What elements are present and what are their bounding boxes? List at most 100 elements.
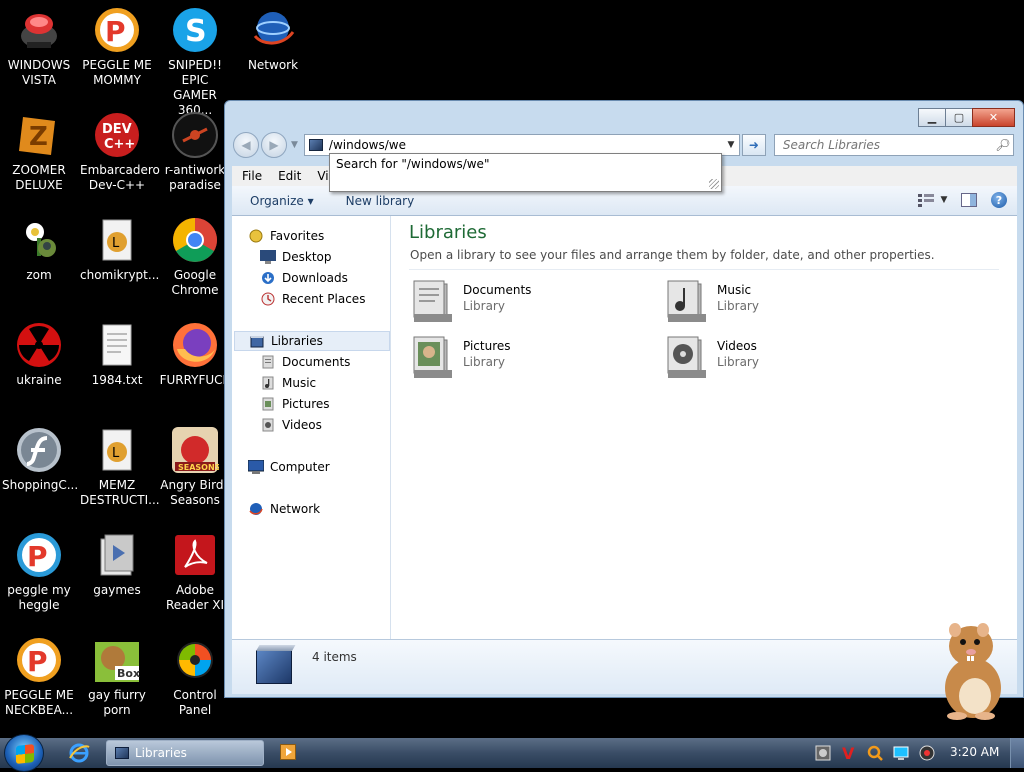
desktop-icon-zoomer-deluxe[interactable]: Z ZOOMER DELUXE: [0, 105, 78, 205]
firefox-icon: [171, 321, 219, 369]
search-icon[interactable]: 🔎︎: [993, 138, 1013, 152]
library-type: Library: [463, 299, 505, 313]
svg-text:S: S: [185, 14, 207, 49]
angry-birds-icon: SEASONS: [171, 426, 221, 474]
desktop-icon-sniped[interactable]: S SNIPED!! EPIC GAMER 360...: [156, 0, 234, 117]
svg-text:L: L: [112, 446, 120, 461]
desktop-icon-ukraine[interactable]: ukraine: [0, 315, 78, 415]
text-file-icon: [93, 321, 141, 369]
antiwork-icon: [171, 111, 219, 159]
videos-icon: [260, 417, 276, 433]
desktop-icon-gaymes[interactable]: gaymes: [78, 525, 156, 625]
desktop-icon-angry-birds[interactable]: SEASONS Angry Birds Seasons: [156, 420, 234, 520]
desktop-icon-1984-txt[interactable]: 1984.txt: [78, 315, 156, 415]
item-count: 4 items: [312, 650, 357, 664]
desktop-icon-gay-fiurry[interactable]: Box gay fiurry porn: [78, 630, 156, 730]
desktop-icon-control-panel[interactable]: Control Panel: [156, 630, 234, 730]
internet-explorer-icon[interactable]: [68, 743, 90, 763]
start-button[interactable]: [4, 734, 44, 772]
menu-edit[interactable]: Edit: [278, 169, 301, 183]
nav-computer[interactable]: Computer: [248, 457, 330, 477]
desktop-icon-label: WINDOWS VISTA: [7, 58, 71, 87]
taskbar-clock[interactable]: 3:20 AM: [950, 745, 999, 759]
desktop-icon-peggle-me-neckbea[interactable]: P PEGGLE ME NECKBEA...: [0, 630, 78, 730]
help-button[interactable]: ?: [989, 191, 1009, 209]
resize-grip-icon[interactable]: [709, 179, 719, 189]
nav-label: Favorites: [270, 229, 325, 243]
back-button[interactable]: ◀: [233, 132, 259, 158]
nav-libraries[interactable]: Libraries: [234, 331, 390, 351]
nav-music[interactable]: Music: [260, 373, 316, 393]
desktop-icon-r-antiwork[interactable]: r-antiwork paradise: [156, 105, 234, 205]
menu-file[interactable]: File: [242, 169, 262, 183]
desktop-icon-embarcadero-devcpp[interactable]: DEV C++ Embarcadero Dev-C++: [78, 105, 160, 205]
suggestion-item[interactable]: Search for "/windows/we": [336, 157, 715, 171]
videos-library-icon: [665, 334, 709, 380]
nav-favorites[interactable]: Favorites: [248, 226, 324, 246]
nav-desktop[interactable]: Desktop: [260, 247, 332, 267]
tray-v-icon[interactable]: V: [840, 744, 858, 763]
tray-record-icon[interactable]: [918, 744, 936, 762]
nav-network[interactable]: Network: [248, 499, 320, 519]
nav-recent-places[interactable]: Recent Places: [260, 289, 365, 309]
desktop-icon: [260, 249, 276, 265]
library-documents[interactable]: Documents Library: [411, 278, 641, 328]
library-name: Documents: [463, 283, 532, 297]
preview-pane-icon[interactable]: [959, 191, 979, 209]
peggle-icon: P: [93, 6, 141, 54]
nav-documents[interactable]: Documents: [260, 352, 350, 372]
navigation-pane: Favorites Desktop Downloads Recent Place…: [232, 216, 391, 639]
search-input[interactable]: [780, 137, 993, 153]
address-dropdown[interactable]: ▼: [723, 140, 739, 150]
desktop-icon-peggle-my-heggle[interactable]: P peggle my heggle: [0, 525, 78, 625]
desktop-icon-label: 1984.txt: [91, 373, 143, 387]
nav-videos[interactable]: Videos: [260, 415, 322, 435]
recent-places-icon: [260, 291, 276, 307]
media-player-icon[interactable]: [280, 744, 296, 760]
nav-label: Music: [282, 376, 317, 390]
divider: [409, 269, 999, 270]
page-subtitle: Open a library to see your files and arr…: [410, 248, 935, 262]
star-icon: [248, 228, 264, 244]
organize-button[interactable]: Organize ▾: [250, 194, 314, 208]
help-icon: ?: [991, 192, 1007, 208]
nav-label: Documents: [282, 355, 351, 369]
desktop-icon-windows-vista[interactable]: WINDOWS VISTA: [0, 0, 78, 100]
nav-downloads[interactable]: Downloads: [260, 268, 348, 288]
close-button[interactable]: ✕: [972, 108, 1015, 127]
desktop-icon-google-chrome[interactable]: Google Chrome: [156, 210, 234, 310]
minimize-button[interactable]: ▁: [918, 108, 946, 127]
nav-label: Recent Places: [282, 292, 366, 306]
library-music[interactable]: Music Library: [665, 278, 895, 328]
desktop-icon-furryfuck[interactable]: FURRYFUCK: [156, 315, 234, 415]
desktop-icon-shoppingc[interactable]: ShoppingC...: [0, 420, 78, 520]
library-videos[interactable]: Videos Library: [665, 334, 895, 384]
change-view-icon[interactable]: [917, 191, 937, 209]
hamster-mascot-icon[interactable]: [935, 616, 1011, 720]
desktop-icon-label: PEGGLE ME NECKBEA...: [4, 688, 74, 717]
address-input[interactable]: [328, 136, 723, 154]
skype-icon: S: [171, 6, 219, 54]
desktop-icon-memz-destructi[interactable]: L MEMZ DESTRUCTI...: [78, 420, 160, 520]
svg-text:L: L: [112, 236, 120, 251]
desktop-icon-zom[interactable]: zom: [0, 210, 78, 310]
svg-text:V: V: [842, 744, 855, 762]
tray-display-icon[interactable]: [892, 744, 910, 762]
view-options-dropdown-icon[interactable]: ▼: [939, 191, 949, 209]
forward-button[interactable]: ▶: [261, 132, 287, 158]
nav-pictures[interactable]: Pictures: [260, 394, 330, 414]
go-button[interactable]: ➜: [741, 134, 766, 156]
tray-search-icon[interactable]: [866, 744, 884, 762]
library-pictures[interactable]: Pictures Library: [411, 334, 641, 384]
show-desktop-button[interactable]: [1010, 738, 1024, 768]
caption-buttons: ▁ ▢ ✕: [918, 108, 1015, 127]
desktop-icon-network[interactable]: Network: [234, 0, 312, 100]
desktop-icon-peggle-me-mommy[interactable]: P PEGGLE ME MOMMY: [78, 0, 156, 100]
desktop-icon-chomikrypt[interactable]: L chomikrypt...: [78, 210, 159, 310]
maximize-button[interactable]: ▢: [945, 108, 973, 127]
tray-gear-icon[interactable]: [814, 744, 832, 762]
new-library-button[interactable]: New library: [346, 194, 415, 208]
desktop-icon-adobe-reader[interactable]: Adobe Reader XI: [156, 525, 234, 625]
recent-pages-dropdown[interactable]: ▼: [291, 140, 298, 150]
taskbar-button-libraries[interactable]: Libraries: [106, 740, 264, 766]
